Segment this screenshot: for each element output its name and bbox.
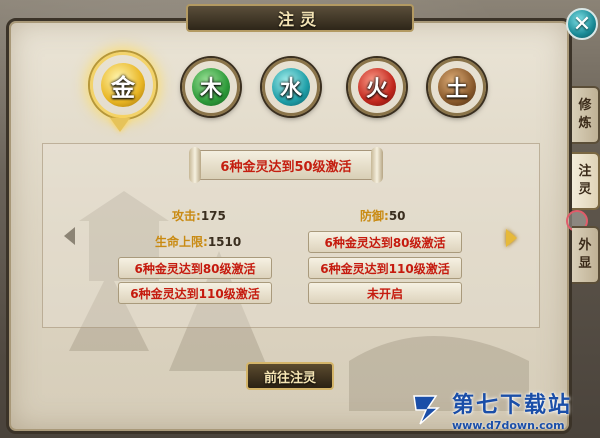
tab-inject[interactable]: 注 灵 [572, 152, 600, 210]
tab-inject-line1: 注 [578, 164, 592, 179]
activation-banner-text: 6种金灵达到50级激活 [220, 159, 352, 175]
activation-banner: 6种金灵达到50级激活 [189, 147, 383, 183]
element-orb-earth[interactable]: 土 [428, 58, 486, 116]
close-icon: ✕ [572, 11, 592, 37]
element-orb-wood[interactable]: 木 [182, 58, 240, 116]
requirement-right-1: 6种金灵达到80级激活 [308, 231, 462, 253]
tab-inject-line2: 灵 [578, 182, 592, 197]
element-orb-fire[interactable]: 火 [348, 58, 406, 116]
prev-arrow-icon[interactable] [64, 227, 75, 245]
tab-cultivate-line2: 炼 [578, 116, 592, 131]
requirement-left-1: 6种金灵达到80级激活 [118, 257, 272, 279]
metal-glyph: 金 [101, 63, 145, 107]
window-title: 注灵 [277, 10, 322, 29]
water-glyph: 水 [272, 68, 310, 106]
selected-indicator-icon [110, 118, 130, 132]
tab-cultivate-line1: 修 [578, 98, 592, 113]
defense-value: 50 [388, 209, 406, 223]
attack-value: 175 [200, 209, 226, 223]
requirement-left-2: 6种金灵达到110级激活 [118, 282, 272, 304]
next-arrow-icon[interactable] [506, 229, 517, 247]
title-bar: 注灵 [186, 4, 414, 32]
requirement-right-3: 未开启 [308, 282, 462, 304]
tab-appearance[interactable]: 外 显 [572, 226, 600, 284]
watermark-name: 第七下载站 [452, 392, 573, 418]
hp-stat: 生命上限:1510 [155, 233, 241, 250]
close-button[interactable]: ✕ [566, 8, 598, 40]
tab-cultivate[interactable]: 修 炼 [572, 86, 600, 144]
element-orb-metal[interactable]: 金 [90, 52, 156, 118]
wood-glyph: 木 [192, 68, 230, 106]
requirement-right-2: 6种金灵达到110级激活 [308, 257, 462, 279]
earth-glyph: 土 [438, 68, 476, 106]
go-inject-button[interactable]: 前往注灵 [246, 362, 334, 390]
hp-label: 生命上限: [155, 235, 208, 249]
tab-appearance-line1: 外 [578, 238, 592, 253]
defense-label: 防御: [360, 209, 389, 223]
defense-stat: 防御:50 [360, 207, 406, 224]
attack-label: 攻击: [172, 209, 201, 223]
tab-appearance-line2: 显 [578, 256, 592, 271]
fire-glyph: 火 [358, 68, 396, 106]
go-inject-label: 前往注灵 [263, 370, 316, 386]
watermark: 第七下载站 www.d7down.com [410, 380, 600, 438]
attack-stat: 攻击:175 [172, 207, 226, 224]
watermark-logo-icon [413, 395, 440, 425]
watermark-url: www.d7down.com [452, 418, 565, 432]
element-orb-water[interactable]: 水 [262, 58, 320, 116]
hp-value: 1510 [207, 235, 242, 249]
